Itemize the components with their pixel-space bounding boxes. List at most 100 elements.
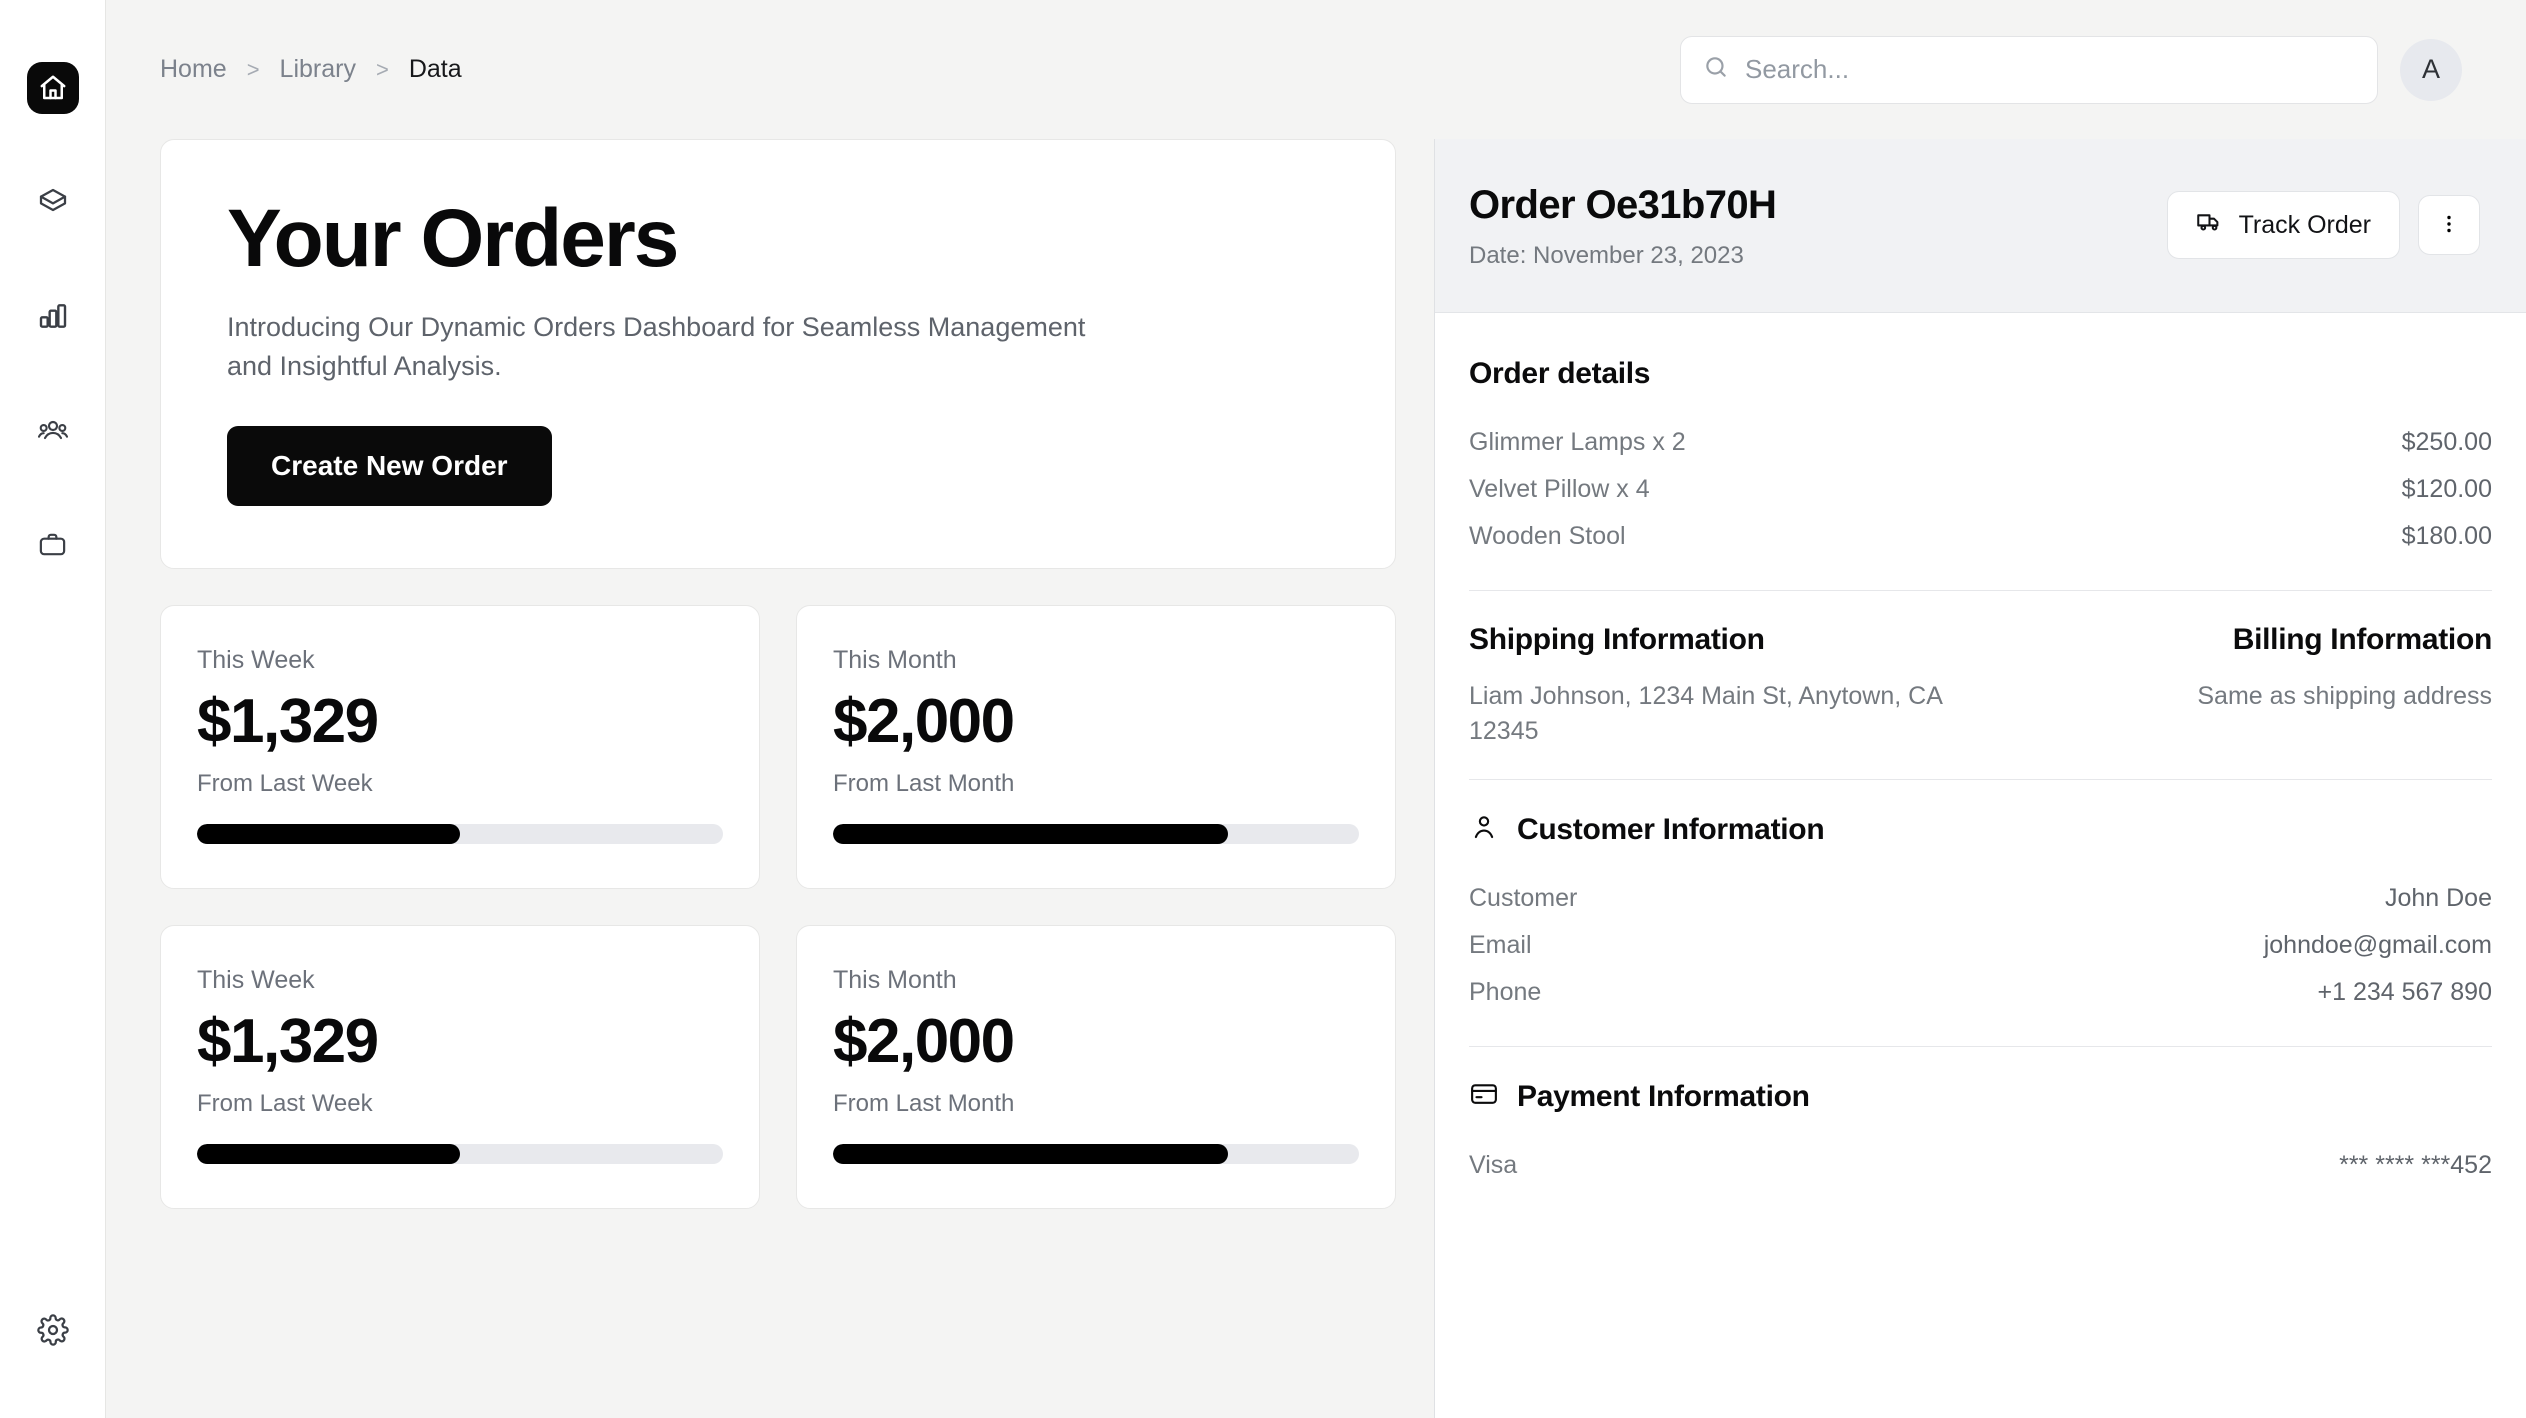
billing-address: Same as shipping address <box>2197 682 2492 710</box>
progress-fill <box>197 824 460 845</box>
customer-row-key: Email <box>1469 931 1532 959</box>
order-date: Date: November 23, 2023 <box>1469 242 1744 269</box>
progress-fill <box>197 1144 460 1165</box>
order-more-menu-button[interactable] <box>2418 195 2480 255</box>
customer-information-title: Customer Information <box>1517 812 1825 846</box>
breadcrumb-separator: > <box>246 56 260 82</box>
search-icon <box>1703 54 1729 85</box>
stat-caption: From Last Week <box>197 1090 373 1118</box>
briefcase-icon <box>37 529 68 560</box>
left-column: Your Orders Introducing Our Dynamic Orde… <box>106 139 1434 1418</box>
order-item-name: Glimmer Lamps x 2 <box>1469 428 1686 456</box>
sidebar-item-settings[interactable] <box>27 1304 79 1356</box>
stat-label: This Week <box>197 646 315 675</box>
stats-grid: This Week $1,329 From Last Week This Mon… <box>160 605 1396 1210</box>
sidebar-nav-top <box>26 62 79 570</box>
shipping-title: Shipping Information <box>1469 623 1765 656</box>
main-area: Home > Library > Data A <box>106 0 2526 1418</box>
stat-label: This Month <box>833 646 957 675</box>
customer-row: Customer John Doe <box>1469 875 2492 922</box>
breadcrumb-item-data: Data <box>408 55 462 83</box>
content-area: Your Orders Introducing Our Dynamic Orde… <box>106 139 2526 1418</box>
stat-label: This Week <box>197 966 315 995</box>
address-section: Shipping Information Liam Johnson, 1234 … <box>1469 623 2492 749</box>
progress-bar <box>197 1144 723 1165</box>
stat-value: $2,000 <box>833 1007 1015 1077</box>
breadcrumb: Home > Library > Data <box>160 55 462 84</box>
order-item-price: $250.00 <box>2401 428 2492 456</box>
sidebar <box>0 0 106 1418</box>
order-item-price: $180.00 <box>2401 522 2492 550</box>
divider <box>1469 1046 2492 1047</box>
home-icon <box>38 73 68 103</box>
package-icon <box>37 186 69 218</box>
divider <box>1469 779 2492 780</box>
order-item-price: $120.00 <box>2401 475 2492 503</box>
customer-row-value: johndoe@gmail.com <box>2263 931 2492 959</box>
order-panel-header: Order Oe31b70H Date: November 23, 2023 T… <box>1435 139 2526 313</box>
customer-information-header: Customer Information <box>1469 812 2492 847</box>
gear-icon <box>36 1314 69 1346</box>
progress-fill <box>833 824 1228 845</box>
order-panel-body: Order details Glimmer Lamps x 2 $250.00 … <box>1435 313 2526 1418</box>
progress-fill <box>833 1144 1228 1165</box>
order-details-title: Order details <box>1469 357 1651 390</box>
track-order-button[interactable]: Track Order <box>2166 191 2400 259</box>
stat-card-this-month-1: This Month $2,000 From Last Month <box>796 605 1396 890</box>
search-box[interactable] <box>1680 35 2378 104</box>
order-item-row: Glimmer Lamps x 2 $250.00 <box>1469 419 2492 466</box>
order-id: Order Oe31b70H <box>1469 183 1777 227</box>
stat-value: $1,329 <box>197 687 379 757</box>
customer-row: Email johndoe@gmail.com <box>1469 922 2492 969</box>
order-header-actions: Track Order <box>2166 183 2480 259</box>
billing-information: Billing Information Same as shipping add… <box>2001 623 2493 749</box>
app-root: Home > Library > Data A <box>0 0 2526 1418</box>
order-item-row: Wooden Stool $180.00 <box>1469 513 2492 560</box>
stat-value: $1,329 <box>197 1007 379 1077</box>
hero-subtitle: Introducing Our Dynamic Orders Dashboard… <box>227 312 1086 382</box>
breadcrumb-item-home[interactable]: Home <box>160 55 227 84</box>
user-icon <box>1469 812 1499 847</box>
customer-row-value: John Doe <box>2384 884 2492 912</box>
avatar[interactable]: A <box>2400 38 2462 101</box>
topbar: Home > Library > Data A <box>106 0 2526 139</box>
sidebar-item-home[interactable] <box>26 62 79 114</box>
page-title: Your Orders <box>227 193 679 284</box>
topbar-right: A <box>1680 35 2462 104</box>
search-input[interactable] <box>1745 36 2355 103</box>
create-new-order-button[interactable]: Create New Order <box>227 426 552 507</box>
billing-title: Billing Information <box>2232 623 2493 656</box>
payment-row: Visa *** **** ***452 <box>1469 1142 2492 1189</box>
breadcrumb-item-library[interactable]: Library <box>280 55 356 84</box>
shipping-information: Shipping Information Liam Johnson, 1234 … <box>1469 623 1961 749</box>
more-vertical-icon <box>2437 212 2461 239</box>
payment-information-title: Payment Information <box>1517 1079 1810 1113</box>
customer-row-value: +1 234 567 890 <box>2317 978 2492 1006</box>
stat-label: This Month <box>833 966 957 995</box>
payment-method: Visa <box>1469 1151 1518 1179</box>
progress-bar <box>833 824 1359 845</box>
sidebar-item-package[interactable] <box>27 176 79 228</box>
stat-caption: From Last Month <box>833 1090 1015 1118</box>
stat-caption: From Last Month <box>833 770 1015 798</box>
stat-value: $2,000 <box>833 687 1015 757</box>
order-item-name: Velvet Pillow x 4 <box>1469 475 1650 503</box>
order-item-name: Wooden Stool <box>1469 522 1626 550</box>
payment-information-header: Payment Information <box>1469 1079 2492 1114</box>
truck-icon <box>2196 208 2223 242</box>
sidebar-item-orders[interactable] <box>27 518 79 570</box>
hero-card: Your Orders Introducing Our Dynamic Orde… <box>160 139 1396 570</box>
track-order-label: Track Order <box>2238 210 2371 239</box>
sidebar-item-customers[interactable] <box>27 404 79 456</box>
order-detail-panel: Order Oe31b70H Date: November 23, 2023 T… <box>1434 139 2526 1418</box>
stat-card-this-week-1: This Week $1,329 From Last Week <box>160 605 760 890</box>
progress-bar <box>833 1144 1359 1165</box>
stat-caption: From Last Week <box>197 770 373 798</box>
stat-card-this-month-2: This Month $2,000 From Last Month <box>796 925 1396 1210</box>
customer-row-key: Customer <box>1469 884 1578 912</box>
payment-card-number: *** **** ***452 <box>2339 1151 2492 1179</box>
credit-card-icon <box>1469 1079 1499 1114</box>
sidebar-item-analytics[interactable] <box>27 290 79 342</box>
divider <box>1469 590 2492 591</box>
customer-row-key: Phone <box>1469 978 1542 1006</box>
